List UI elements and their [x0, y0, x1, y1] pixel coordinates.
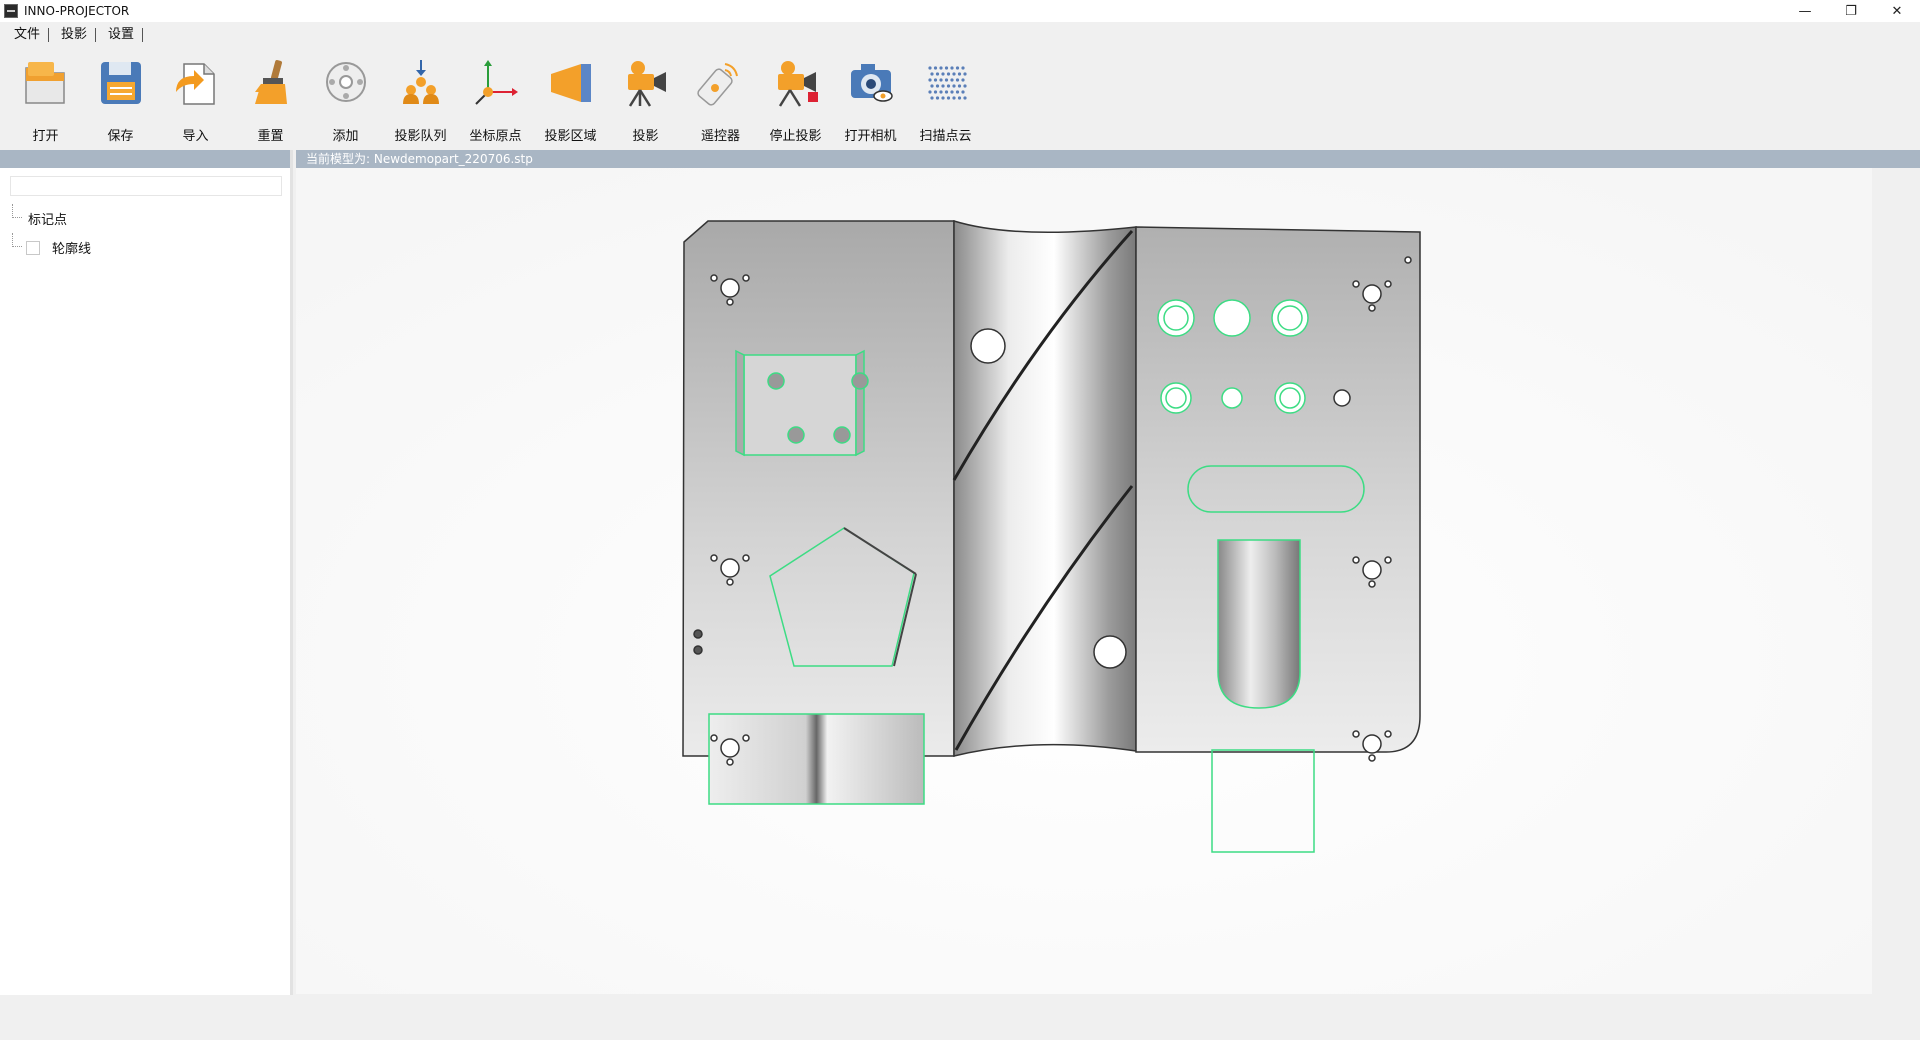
minimize-button[interactable]: — [1782, 0, 1828, 22]
current-model-label: 当前模型为: Newdemopart_220706.stp [296, 150, 1920, 168]
projection-queue-label: 投影队列 [394, 129, 447, 144]
projection-area-label: 投影区域 [544, 129, 597, 144]
projection-area-button[interactable]: 投影区域 [533, 48, 608, 144]
save-disk-icon [94, 52, 148, 113]
reset-label: 重置 [257, 129, 284, 144]
contour-checkbox[interactable] [26, 240, 40, 255]
tree-branch-line [12, 233, 22, 247]
reset-button[interactable]: 重置 [233, 48, 308, 144]
tree-item-label: 轮廓线 [52, 242, 92, 257]
center-channel [953, 219, 1137, 757]
import-button[interactable]: 导入 [158, 48, 233, 144]
tree-item-markers[interactable]: 标记点 [0, 204, 290, 233]
stop-projection-icon [769, 52, 823, 113]
remote-control-label: 遥控器 [700, 129, 740, 144]
scan-point-cloud-button[interactable]: 扫描点云 [908, 48, 983, 144]
open-folder-icon [19, 52, 73, 113]
project-label: 投影 [632, 129, 659, 144]
stop-projection-button[interactable]: 停止投影 [758, 48, 833, 144]
window-title: INNO-PROJECTOR [24, 4, 130, 18]
menu-file[interactable]: 文件 [6, 28, 50, 42]
left-plate [682, 220, 955, 757]
reset-broom-icon [244, 52, 298, 113]
open-camera-label: 打开相机 [844, 129, 897, 144]
camera-icon [844, 52, 898, 113]
projector-icon [619, 52, 673, 113]
open-label: 打开 [32, 129, 59, 144]
projection-queue-icon [394, 52, 448, 113]
add-button[interactable]: 添加 [308, 48, 383, 144]
save-label: 保存 [107, 129, 134, 144]
toolbar: 打开 保存 导入 重置 添加 投影队列 坐标原点 投影区域 投影 遥控器 停止投… [0, 48, 1920, 148]
projection-area-icon [544, 52, 598, 113]
import-icon [169, 52, 223, 113]
remote-control-icon [694, 52, 748, 113]
app-logo-icon [4, 4, 18, 18]
status-area [0, 995, 1920, 1040]
add-label: 添加 [332, 129, 359, 144]
menu-bar: 文件 投影 设置 [0, 22, 1920, 48]
menu-projection[interactable]: 投影 [53, 28, 97, 42]
layer-tree: 标记点 轮廓线 [0, 204, 290, 262]
left-panel: 标记点 轮廓线 [0, 150, 293, 995]
open-camera-button[interactable]: 打开相机 [833, 48, 908, 144]
open-button[interactable]: 打开 [8, 48, 83, 144]
tree-item-contours[interactable]: 轮廓线 [0, 233, 290, 262]
part-model [296, 168, 1872, 994]
tree-branch-line [12, 204, 22, 218]
coordinate-origin-label: 坐标原点 [469, 129, 522, 144]
stop-projection-label: 停止投影 [769, 129, 822, 144]
remote-control-button[interactable]: 遥控器 [683, 48, 758, 144]
coordinate-origin-icon [469, 52, 523, 113]
add-target-icon [319, 52, 373, 113]
project-button[interactable]: 投影 [608, 48, 683, 144]
point-cloud-icon [919, 52, 973, 113]
projection-queue-button[interactable]: 投影队列 [383, 48, 458, 144]
3d-viewport[interactable] [296, 168, 1872, 994]
window-controls: — ❐ ✕ [1782, 0, 1920, 22]
close-button[interactable]: ✕ [1874, 0, 1920, 22]
coordinate-origin-button[interactable]: 坐标原点 [458, 48, 533, 144]
tree-filter-input[interactable] [10, 176, 282, 196]
tree-item-label: 标记点 [28, 213, 68, 228]
title-bar: INNO-PROJECTOR — ❐ ✕ [0, 0, 1920, 22]
restore-button[interactable]: ❐ [1828, 0, 1874, 22]
import-label: 导入 [182, 129, 209, 144]
scan-point-cloud-label: 扫描点云 [919, 129, 972, 144]
save-button[interactable]: 保存 [83, 48, 158, 144]
left-panel-header [0, 150, 290, 168]
menu-settings[interactable]: 设置 [100, 28, 144, 42]
